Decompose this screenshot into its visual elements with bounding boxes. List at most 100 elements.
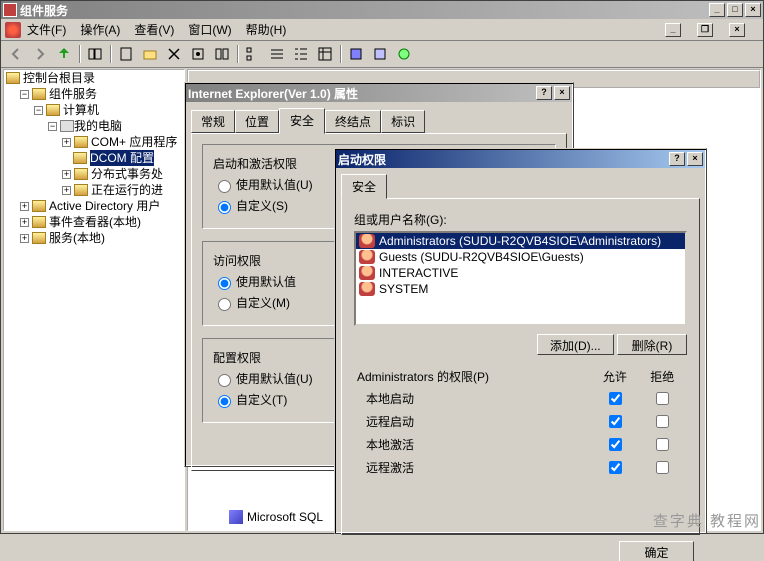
user-row[interactable]: INTERACTIVE — [356, 265, 685, 281]
forward-button[interactable] — [28, 43, 51, 65]
deny-checkbox[interactable] — [656, 438, 669, 451]
menu-file[interactable]: 文件(F) — [27, 21, 66, 38]
perm-header-deny: 拒绝 — [640, 367, 685, 386]
user-icon — [359, 250, 375, 264]
tree-dcom[interactable]: DCOM 配置 — [90, 150, 154, 166]
folder-icon — [46, 104, 60, 116]
menu-action[interactable]: 操作(A) — [80, 21, 120, 38]
tree-ad[interactable]: Active Directory 用户 — [49, 198, 160, 214]
maximize-button[interactable]: □ — [727, 3, 743, 17]
mdi-minimize-button[interactable]: _ — [665, 23, 681, 37]
expand-icon[interactable]: + — [20, 202, 29, 211]
collapse-icon[interactable]: − — [34, 106, 43, 115]
deny-checkbox[interactable] — [656, 461, 669, 474]
tab-endpoints[interactable]: 终结点 — [325, 110, 381, 133]
close-button[interactable]: × — [745, 3, 761, 17]
cube-icon — [229, 510, 243, 524]
allow-checkbox[interactable] — [609, 461, 622, 474]
add-button[interactable]: 添加(D)... — [537, 334, 614, 355]
tab-identity[interactable]: 标识 — [381, 110, 425, 133]
expand-icon[interactable]: + — [62, 138, 71, 147]
perm-row: 本地激活 — [356, 434, 685, 455]
tool2-button[interactable] — [368, 43, 391, 65]
allow-checkbox[interactable] — [609, 438, 622, 451]
mdi-restore-button[interactable]: ❐ — [697, 23, 713, 37]
view4-button[interactable] — [313, 43, 336, 65]
expand-icon[interactable]: + — [20, 218, 29, 227]
back-button[interactable] — [4, 43, 27, 65]
delete-button[interactable] — [162, 43, 185, 65]
menubar: 文件(F) 操作(A) 查看(V) 窗口(W) 帮助(H) _ ❐ × — [1, 19, 763, 40]
user-row[interactable]: Administrators (SUDU-R2QVB4SIOE\Administ… — [356, 233, 685, 249]
minimize-button[interactable]: _ — [709, 3, 725, 17]
properties-button[interactable] — [114, 43, 137, 65]
menu-window[interactable]: 窗口(W) — [188, 21, 231, 38]
open-button[interactable] — [138, 43, 161, 65]
props-close-button[interactable]: × — [554, 86, 570, 100]
perm-header-allow: 允许 — [592, 367, 637, 386]
perm-close-button[interactable]: × — [687, 152, 703, 166]
expand-icon[interactable]: + — [62, 186, 71, 195]
user-row[interactable]: Guests (SUDU-R2QVB4SIOE\Guests) — [356, 249, 685, 265]
perm-help-button[interactable]: ? — [669, 152, 685, 166]
tree-dtx[interactable]: 分布式事务处 — [91, 166, 163, 182]
separator-icon — [234, 43, 240, 65]
up-button[interactable] — [52, 43, 75, 65]
separator-icon — [107, 43, 113, 65]
prop-sheet-button[interactable] — [186, 43, 209, 65]
main-titlebar[interactable]: 组件服务 _ □ × — [1, 1, 763, 19]
tree-running[interactable]: 正在运行的进 — [91, 182, 163, 198]
view1-button[interactable] — [241, 43, 264, 65]
users-listbox[interactable]: Administrators (SUDU-R2QVB4SIOE\Administ… — [354, 231, 687, 326]
show-hide-button[interactable] — [83, 43, 106, 65]
props-titlebar[interactable]: Internet Explorer(Ver 1.0) 属性 ? × — [186, 84, 572, 102]
app-icon — [3, 3, 17, 17]
tree-pane[interactable]: 控制台根目录 −组件服务 −计算机 −我的电脑 +COM+ 应用程序 D — [3, 69, 185, 531]
tab-general[interactable]: 常规 — [191, 110, 235, 133]
view2-button[interactable] — [265, 43, 288, 65]
group-launch-legend: 启动和激活权限 — [213, 157, 297, 171]
mdi-close-button[interactable]: × — [729, 23, 745, 37]
folder-icon — [74, 168, 88, 180]
tab-security[interactable]: 安全 — [279, 108, 325, 134]
tree-complus[interactable]: COM+ 应用程序 — [91, 134, 177, 150]
perm-header-label: Administrators 的权限(P) — [356, 367, 590, 386]
view3-button[interactable] — [289, 43, 312, 65]
deny-checkbox[interactable] — [656, 392, 669, 405]
tree-comp-services[interactable]: 组件服务 — [49, 86, 97, 102]
tree-root[interactable]: 控制台根目录 — [23, 70, 95, 86]
permissions-table: Administrators 的权限(P) 允许 拒绝 本地启动 远程启动 本地… — [354, 365, 687, 480]
tree-mycomputer[interactable]: 我的电脑 — [74, 118, 122, 134]
perm-row: 远程激活 — [356, 457, 685, 478]
perm-row: 远程启动 — [356, 411, 685, 432]
expand-icon[interactable]: + — [62, 170, 71, 179]
remove-button[interactable]: 删除(R) — [617, 334, 687, 355]
ok-button[interactable]: 确定 — [619, 541, 694, 561]
expand-icon[interactable]: + — [20, 234, 29, 243]
perm-tabs: 安全 — [341, 174, 700, 198]
menu-help[interactable]: 帮助(H) — [246, 21, 287, 38]
toolbar — [1, 40, 763, 68]
refresh-button[interactable] — [210, 43, 233, 65]
tab-location[interactable]: 位置 — [235, 110, 279, 133]
tree-services[interactable]: 服务(本地) — [49, 230, 105, 246]
tool1-button[interactable] — [344, 43, 367, 65]
allow-checkbox[interactable] — [609, 415, 622, 428]
help-button[interactable]: ? — [536, 86, 552, 100]
group-access-legend: 访问权限 — [213, 254, 261, 268]
deny-checkbox[interactable] — [656, 415, 669, 428]
tree-computers[interactable]: 计算机 — [63, 102, 99, 118]
collapse-icon[interactable]: − — [48, 122, 57, 131]
perm-tab-security[interactable]: 安全 — [341, 174, 387, 199]
user-row[interactable]: SYSTEM — [356, 281, 685, 297]
perm-tab-body: 组或用户名称(G): Administrators (SUDU-R2QVB4SI… — [341, 198, 700, 535]
list-item[interactable]: Microsoft SQL — [223, 509, 329, 525]
group-users-label: 组或用户名称(G): — [354, 211, 687, 228]
tool3-button[interactable] — [392, 43, 415, 65]
tree-eventviewer[interactable]: 事件查看器(本地) — [49, 214, 141, 230]
collapse-icon[interactable]: − — [20, 90, 29, 99]
menu-view[interactable]: 查看(V) — [134, 21, 174, 38]
menu-app-icon — [5, 22, 21, 38]
allow-checkbox[interactable] — [609, 392, 622, 405]
perm-titlebar[interactable]: 启动权限 ? × — [336, 150, 705, 168]
